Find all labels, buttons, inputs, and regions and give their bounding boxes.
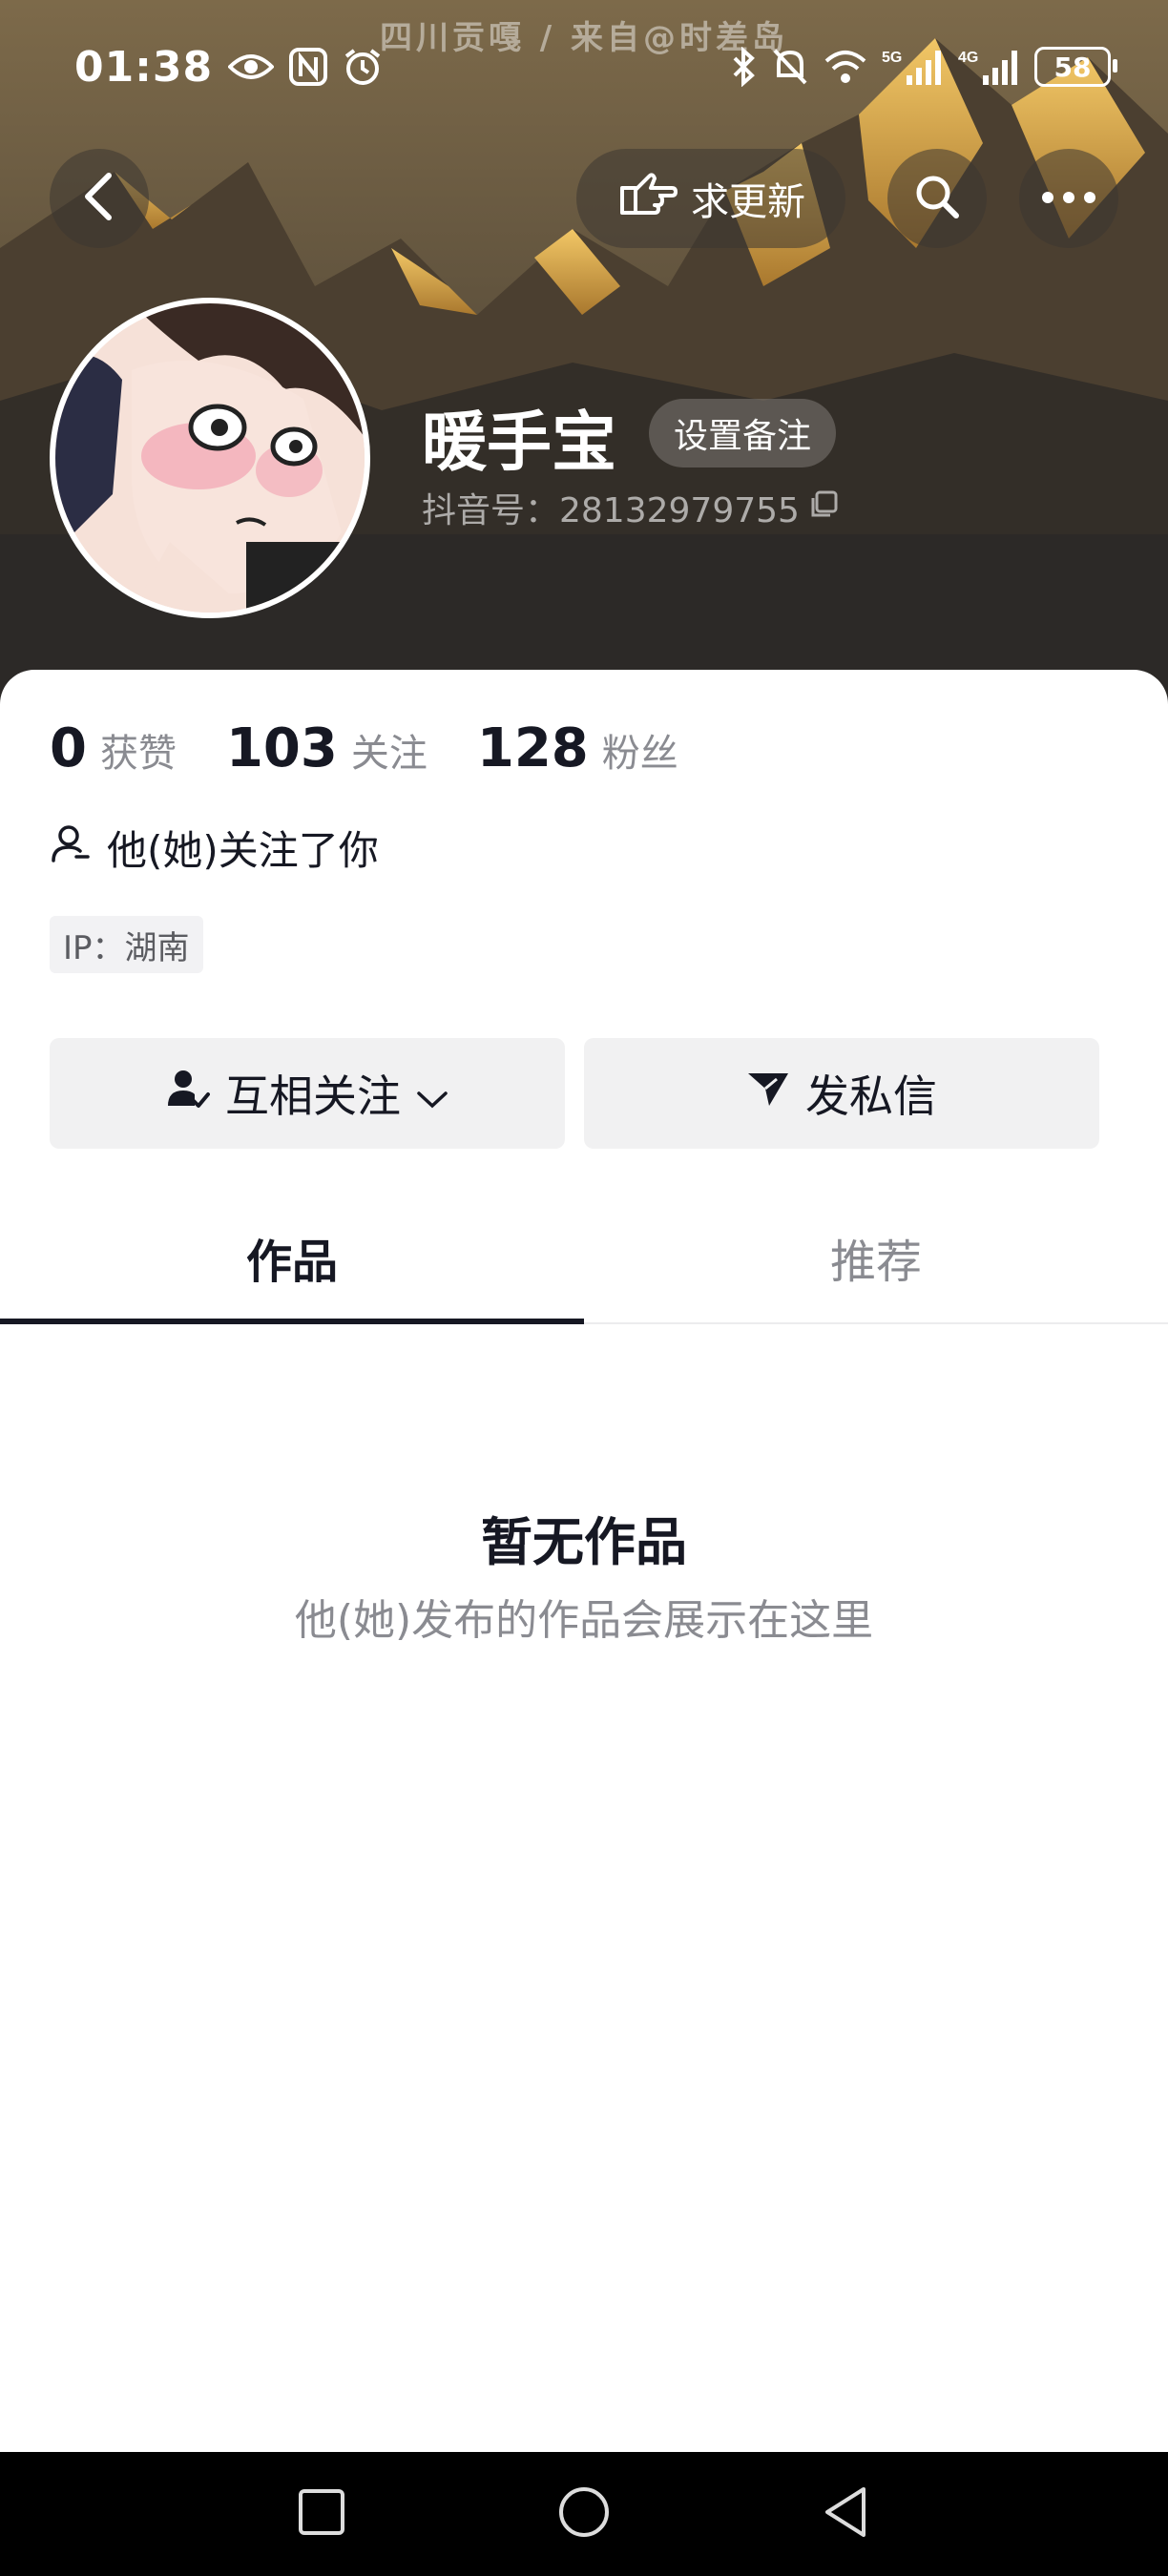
send-message-button[interactable]: 发私信: [584, 1038, 1099, 1149]
stat-following-value: 103: [225, 717, 338, 779]
square-icon: [297, 2487, 346, 2541]
follows-you-indicator: 他(她)关注了你: [50, 819, 379, 877]
circle-icon: [557, 2485, 611, 2543]
signal-5g-icon: 5G: [882, 47, 945, 87]
search-icon: [912, 172, 962, 225]
profile-nickname: 暖手宝: [422, 405, 617, 481]
status-time: 01:38: [74, 42, 214, 92]
profile-cover: 四川贡嘎 / 来自@时差岛 01:38 5G 4G 58 求更新 暖手宝 设置备…: [0, 0, 1168, 725]
follows-you-text: 他(她)关注了你: [107, 827, 379, 874]
battery-level: 58: [1053, 51, 1092, 83]
empty-state-subtitle: 他(她)发布的作品会展示在这里: [294, 1596, 874, 1645]
user-check-icon: [166, 1068, 210, 1120]
bell-muted-icon: [771, 47, 809, 87]
douyin-id-text: 抖音号：28132979755: [422, 491, 800, 530]
profile-tabs: 作品 推荐: [0, 1193, 1168, 1324]
stat-likes[interactable]: 0 获赞: [50, 717, 177, 779]
ip-location-tag: IP：湖南: [50, 916, 203, 973]
bluetooth-icon: [731, 47, 758, 87]
paper-plane-icon: [746, 1068, 790, 1120]
set-remark-button[interactable]: 设置备注: [649, 399, 837, 467]
douyin-id[interactable]: 抖音号：28132979755: [422, 483, 838, 532]
request-update-button[interactable]: 求更新: [576, 149, 845, 248]
anime-avatar-image: [55, 303, 365, 613]
stat-following-label: 关注: [350, 732, 428, 776]
avatar[interactable]: [50, 298, 370, 618]
status-bar: 01:38 5G 4G 58: [74, 36, 1117, 97]
battery-indicator: 58: [1034, 47, 1117, 87]
copy-icon[interactable]: [809, 488, 838, 528]
profile-content-sheet: 0 获赞 103 关注 128 粉丝 他(她)关注了你 IP：湖南 互相关注 发…: [0, 670, 1168, 2452]
mutual-follow-label: 互相关注: [225, 1070, 401, 1122]
stat-followers-label: 粉丝: [601, 732, 678, 776]
send-message-label: 发私信: [805, 1070, 937, 1122]
recent-apps-button[interactable]: [283, 2476, 360, 2552]
user-icon: [50, 822, 92, 874]
mutual-follow-button[interactable]: 互相关注: [50, 1038, 565, 1149]
active-tab-indicator: [0, 1319, 584, 1324]
stat-followers[interactable]: 128 粉丝: [477, 717, 678, 779]
signal-4g-icon: 4G: [958, 47, 1021, 87]
back-button[interactable]: [50, 149, 149, 248]
more-dots-icon: [1040, 190, 1097, 208]
wifi-icon: [823, 48, 868, 86]
nfc-icon: [289, 48, 328, 86]
more-options-button[interactable]: [1019, 149, 1118, 248]
tab-recommended[interactable]: 推荐: [584, 1193, 1168, 1322]
triangle-back-icon: [822, 2485, 871, 2543]
stat-likes-label: 获赞: [99, 732, 177, 776]
profile-stats: 0 获赞 103 关注 128 粉丝: [50, 717, 678, 779]
stat-following[interactable]: 103 关注: [226, 717, 428, 779]
stat-likes-value: 0: [50, 717, 87, 779]
system-back-button[interactable]: [808, 2476, 885, 2552]
tab-works[interactable]: 作品: [0, 1193, 584, 1322]
alarm-icon: [343, 47, 383, 87]
system-navigation-bar: [0, 2452, 1168, 2576]
svg-text:4G: 4G: [958, 50, 978, 66]
empty-state-title: 暂无作品: [481, 1512, 687, 1572]
chevron-down-icon: [416, 1068, 448, 1119]
chevron-left-icon: [80, 172, 118, 225]
eye-icon: [228, 50, 275, 84]
pointing-hand-icon: [616, 169, 678, 228]
request-update-label: 求更新: [691, 180, 805, 224]
home-button[interactable]: [546, 2476, 622, 2552]
search-button[interactable]: [887, 149, 987, 248]
svg-text:5G: 5G: [882, 50, 902, 66]
stat-followers-value: 128: [476, 717, 589, 779]
